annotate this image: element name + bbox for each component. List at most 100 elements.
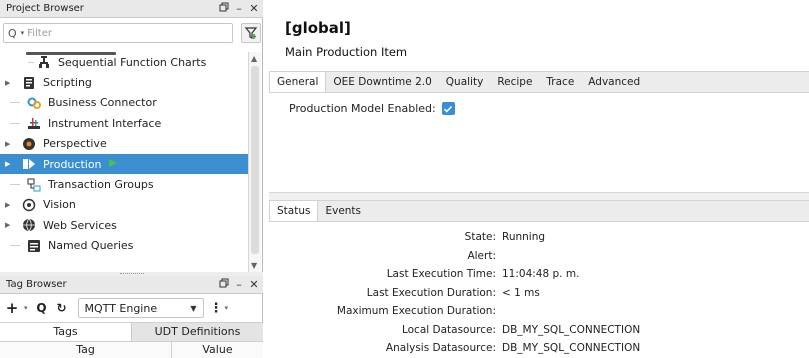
more-dropdown-icon[interactable]: ▾ [225,304,229,312]
tab-oee-downtime[interactable]: OEE Downtime 2.0 [326,72,438,92]
add-icon[interactable]: + [4,299,20,317]
status-tabs: Status Events [269,200,809,222]
column-header-tag[interactable]: Tag [0,342,172,358]
tab-trace[interactable]: Trace [539,72,581,92]
tree-item-vision[interactable]: ▶ Vision [0,195,248,215]
more-options-icon[interactable]: ⋮ [210,301,223,316]
expand-arrow-icon[interactable]: ▶ [5,221,15,229]
status-row-max-execution-duration: Maximum Execution Duration: [269,302,789,321]
tree-item-label: Named Queries [48,239,134,253]
chevron-down-icon: ▼ [190,303,197,313]
expand-arrow-icon[interactable]: ▶ [5,140,15,148]
scripting-icon [21,76,37,90]
web-services-icon [21,218,37,232]
instrument-interface-icon [26,116,42,130]
tree-item-label: Perspective [43,137,107,151]
add-filter-button[interactable] [241,23,261,43]
expand-arrow-icon[interactable]: ▶ [5,79,15,87]
status-row-local-datasource: Local Datasource: DB_MY_SQL_CONNECTION [269,321,789,340]
tree-item-label: Vision [43,198,76,212]
tree-item-label: Instrument Interface [48,116,162,130]
column-header-value[interactable]: Value [172,342,263,358]
tree-item-sfc[interactable]: Sequential Function Charts [0,52,248,72]
production-model-label: Production Model Enabled: [289,102,436,115]
tab-advanced[interactable]: Advanced [581,72,647,92]
status-label: Local Datasource: [401,323,496,336]
status-grid: State: Running Alert: Last Execution Tim… [269,228,789,358]
tree-item-web-services[interactable]: ▶ Web Services [0,215,248,235]
sfc-icon [36,55,52,69]
project-browser-title: Project Browser [6,3,84,14]
restore-icon[interactable] [218,278,230,291]
tab-quality[interactable]: Quality [439,72,491,92]
search-dropdown-icon: ▾ [20,29,25,37]
scroll-up-icon[interactable]: ▲ [251,54,257,63]
tree-item-label: Sequential Function Charts [58,55,207,69]
filter-row: Q ▾ Filter [3,21,261,45]
tab-status[interactable]: Status [269,201,319,221]
perspective-icon [21,137,37,151]
filter-funnel-icon [244,27,258,39]
status-label: Alert: [467,249,496,262]
project-browser-header: Project Browser – ✕ [0,0,263,18]
status-label: Maximum Execution Duration: [336,305,496,318]
vision-icon [21,198,37,212]
business-connector-icon [26,96,42,110]
running-status-icon [108,158,118,171]
status-value: Running [502,231,546,244]
minimize-icon[interactable]: – [233,278,245,291]
tag-provider-select[interactable]: MQTT Engine ▼ [77,298,204,318]
transaction-groups-icon [26,178,42,192]
status-value: DB_MY_SQL_CONNECTION [502,342,641,355]
scrollbar-thumb[interactable] [251,66,259,254]
status-row-analysis-datasource: Analysis Datasource: DB_MY_SQL_CONNECTIO… [269,339,789,358]
tree-item-label: Business Connector [48,96,157,110]
restore-icon[interactable] [218,2,230,15]
tree-item-perspective[interactable]: ▶ Perspective [0,134,248,154]
refresh-icon[interactable]: ↻ [54,301,70,315]
checkmark-icon [444,105,453,113]
page-title: [global] [285,19,351,37]
tab-general[interactable]: General [269,72,327,92]
close-icon[interactable]: ✕ [248,2,260,15]
tag-tabs: Tags UDT Definitions [0,322,263,341]
status-label: Last Execution Duration: [366,286,496,299]
tree-item-label: Scripting [43,76,92,90]
tab-events[interactable]: Events [318,201,368,221]
tree-item-transaction-groups[interactable]: Transaction Groups [0,174,248,194]
status-label: Last Execution Time: [386,268,496,281]
filter-input[interactable]: Q ▾ Filter [3,23,233,43]
search-icon[interactable]: Q [34,301,50,315]
status-row-alert: Alert: [269,247,789,266]
status-value: DB_MY_SQL_CONNECTION [502,323,641,336]
page-subtitle: Main Production Item [285,45,408,59]
tree-item-business-connector[interactable]: Business Connector [0,93,248,113]
filter-placeholder: Filter [27,27,52,39]
expand-arrow-icon[interactable]: ▶ [5,160,15,168]
status-value: < 1 ms [502,286,540,299]
tree-item-named-queries[interactable]: Named Queries [0,236,248,256]
production-model-checkbox[interactable] [441,102,455,115]
minimize-icon[interactable]: – [233,2,245,15]
tag-toolbar: + ▾ Q ↻ MQTT Engine ▼ ⋮ ▾ [0,296,263,320]
left-panel: Project Browser – ✕ Q ▾ Filter Sequentia… [0,0,263,358]
tree-item-label: Web Services [43,218,117,232]
scroll-down-icon[interactable]: ▼ [251,261,257,270]
tag-provider-value: MQTT Engine [84,301,158,315]
tree-scrollbar[interactable]: ▲ ▼ [248,52,261,272]
production-model-row: Production Model Enabled: [289,102,455,115]
tree-item-instrument-interface[interactable]: Instrument Interface [0,113,248,133]
tag-table-header: Tag Value [0,341,263,358]
tab-udt-definitions[interactable]: UDT Definitions [131,323,263,341]
status-row-last-execution-duration: Last Execution Duration: < 1 ms [269,284,789,303]
tree-item-production[interactable]: ▶ Production [0,153,248,175]
close-icon[interactable]: ✕ [248,278,260,291]
add-dropdown-icon[interactable]: ▾ [24,304,28,312]
tree-item-scripting[interactable]: ▶ Scripting [0,72,248,92]
tab-tags[interactable]: Tags [0,323,131,341]
status-row-state: State: Running [269,228,789,247]
tab-recipe[interactable]: Recipe [490,72,539,92]
expand-arrow-icon[interactable]: ▶ [5,201,15,209]
editor-panel: [global] Main Production Item General OE… [263,0,809,358]
section-divider[interactable] [269,192,809,200]
